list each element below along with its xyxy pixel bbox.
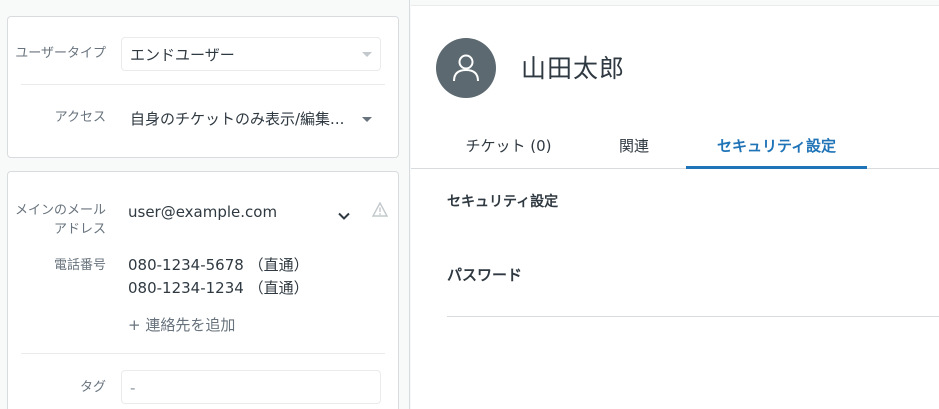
user-type-label: ユーザータイプ xyxy=(15,46,106,61)
caret-down-icon xyxy=(362,52,372,57)
user-type-select[interactable]: エンドユーザー xyxy=(121,37,381,71)
tab-tickets[interactable]: チケット (0) xyxy=(451,125,566,169)
tags-input[interactable]: - xyxy=(121,370,381,404)
tags-label: タグ xyxy=(79,380,106,395)
main-email-label-line2: アドレス xyxy=(53,222,106,237)
divider xyxy=(21,84,385,85)
password-label: パスワード xyxy=(447,266,523,284)
top-border xyxy=(411,0,939,6)
tags-placeholder: - xyxy=(130,379,136,397)
chevron-down-icon[interactable] xyxy=(338,206,350,225)
profile-tabs: チケット (0) 関連 セキュリティ設定 xyxy=(411,125,939,169)
user-name: 山田太郎 xyxy=(521,54,626,83)
add-contact-button[interactable]: + 連絡先を追加 xyxy=(128,315,235,335)
access-select[interactable]: 自身のチケットのみ表示/編集... xyxy=(121,101,381,135)
divider xyxy=(21,353,385,354)
phone-label: 電話番号 xyxy=(53,258,106,273)
avatar[interactable] xyxy=(436,38,496,98)
access-label: アクセス xyxy=(54,110,106,125)
warning-icon xyxy=(371,201,389,221)
phone-number-2[interactable]: 080-1234-1234 （直通） xyxy=(128,278,309,298)
contact-info-card: メインのメール アドレス user@example.com 電話番号 080-1… xyxy=(7,171,399,409)
divider xyxy=(447,316,939,317)
tab-related[interactable]: 関連 xyxy=(594,125,674,169)
tab-security-settings[interactable]: セキュリティ設定 xyxy=(686,125,867,169)
main-email-value[interactable]: user@example.com xyxy=(128,202,277,222)
security-section-title: セキュリティ設定 xyxy=(447,194,559,210)
user-details-sidebar: ユーザータイプ エンドユーザー アクセス 自身のチケットのみ表示/編集... メ… xyxy=(0,0,410,409)
access-value: 自身のチケットのみ表示/編集... xyxy=(130,110,345,128)
phone-number-1[interactable]: 080-1234-5678 （直通） xyxy=(128,255,309,275)
main-email-label-line1: メインのメール xyxy=(14,203,106,218)
user-type-value: エンドユーザー xyxy=(130,46,235,64)
user-profile-view: ユーザータイプ エンドユーザー アクセス 自身のチケットのみ表示/編集... メ… xyxy=(0,0,939,409)
user-main-panel: 山田太郎 チケット (0) 関連 セキュリティ設定 セキュリティ設定 パスワード xyxy=(411,0,939,409)
caret-down-icon xyxy=(362,117,372,122)
user-settings-card: ユーザータイプ エンドユーザー アクセス 自身のチケットのみ表示/編集... xyxy=(7,16,399,158)
